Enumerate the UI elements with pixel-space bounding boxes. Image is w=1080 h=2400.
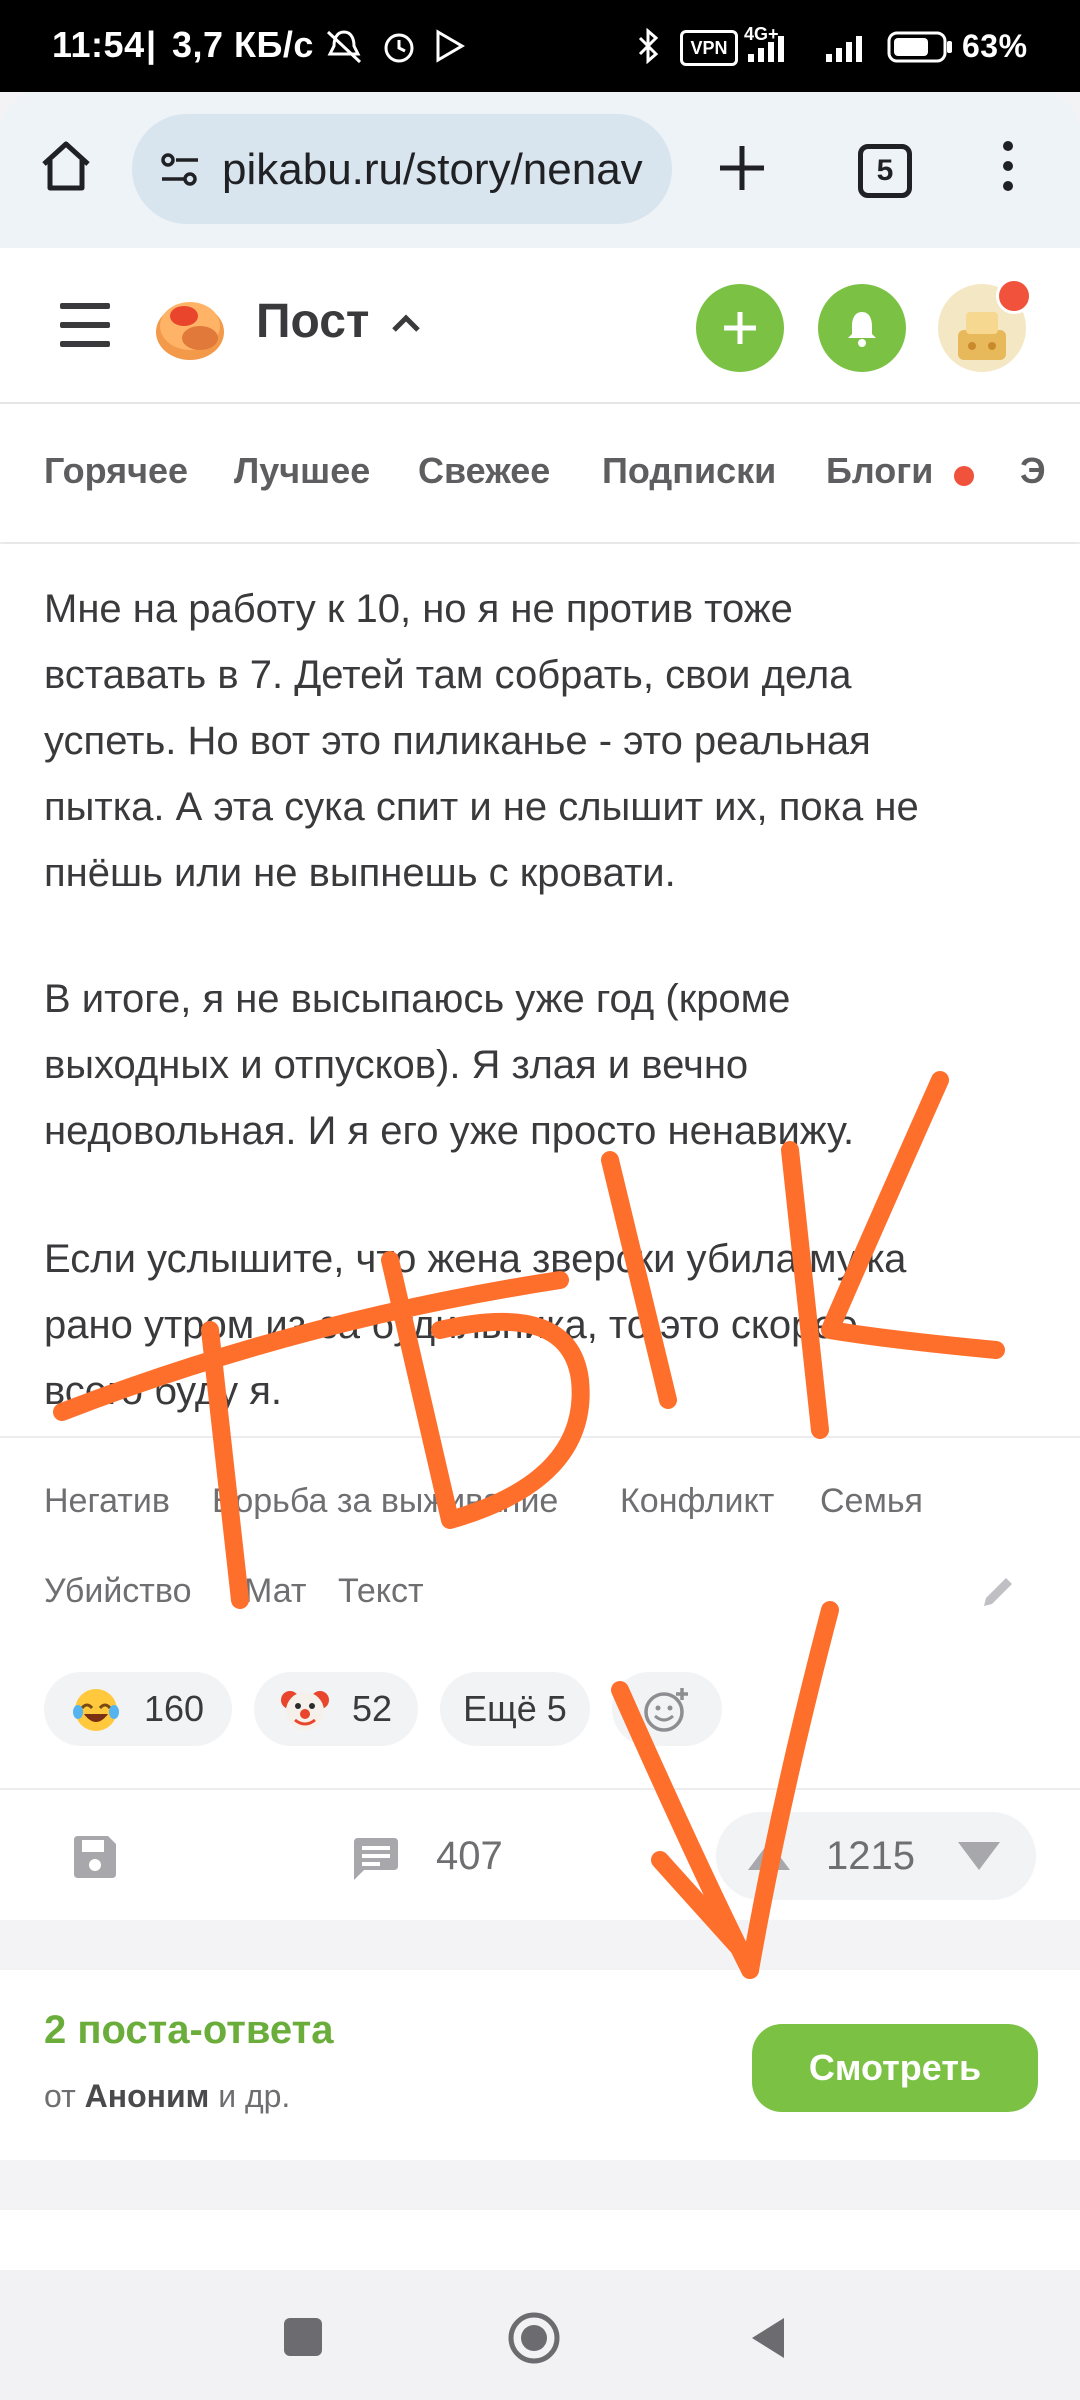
tab-subscriptions[interactable]: Подписки	[602, 450, 776, 492]
rating-value: 1215	[826, 1834, 915, 1878]
replies-from-suffix: и др.	[209, 2078, 291, 2114]
signal-icon-1	[748, 36, 784, 62]
tag-link[interactable]: Мат	[244, 1572, 306, 1611]
text-line: выходных и отпусков). Я злая и вечно	[44, 1043, 749, 1087]
battery-icon	[887, 31, 952, 63]
tag-link[interactable]: Негатив	[44, 1482, 170, 1521]
tab-best[interactable]: Лучшее	[234, 450, 370, 492]
text-line: всего буду я.	[44, 1369, 283, 1413]
feed-tabs: Горячее Лучшее Свежее Подписки Блоги Э	[0, 404, 1080, 542]
reaction-count: 160	[144, 1688, 205, 1729]
url-text: pikabu.ru/story/nenav	[222, 145, 643, 194]
back-icon[interactable]	[748, 2314, 788, 2362]
reaction-clown[interactable]: 52	[254, 1672, 418, 1746]
page-title[interactable]: Пост	[256, 294, 369, 349]
tag-link[interactable]: Убийство	[44, 1572, 191, 1611]
text-line: успеть. Но вот это пиликанье - это реаль…	[44, 719, 871, 763]
add-post-button[interactable]	[696, 284, 784, 372]
clown-emoji	[281, 1691, 329, 1730]
address-bar[interactable]: pikabu.ru/story/nenav	[132, 114, 672, 224]
text-line: Мне на работу к 10, но я не против тоже	[44, 587, 793, 631]
new-tab-plus-icon[interactable]	[716, 142, 768, 194]
notifications-button[interactable]	[818, 284, 906, 372]
status-bar: 11:54 | 3,7 КБ/с VPN 4G+ 63%	[0, 0, 1080, 92]
bell-icon	[848, 312, 876, 347]
text-line: В итоге, я не высыпаюсь уже год (кроме	[44, 977, 791, 1021]
battery-percent: 63%	[962, 28, 1028, 64]
next-card	[0, 2210, 1080, 2270]
vpn-badge: VPN	[680, 30, 738, 66]
alarm-icon	[384, 33, 414, 63]
add-reaction-icon	[644, 1688, 688, 1732]
text-line: вставать в 7. Детей там собрать, свои де…	[44, 653, 852, 697]
reply-posts-card: 2 поста-ответа от Аноним и др. Смотреть	[0, 1970, 1080, 2160]
pikabu-logo[interactable]	[150, 286, 230, 366]
tabs-counter-icon[interactable]: 5	[858, 144, 912, 198]
divider	[0, 1436, 1080, 1438]
downvote-icon[interactable]	[956, 1838, 1002, 1874]
text-line: рано утром из-за будильника, то это скор…	[44, 1303, 858, 1347]
tag-link[interactable]: Семья	[820, 1482, 923, 1521]
bluetooth-icon	[638, 28, 659, 64]
tab-hot[interactable]: Горячее	[44, 450, 188, 492]
site-settings-icon[interactable]	[158, 148, 202, 192]
rating-control: 1215	[716, 1812, 1036, 1900]
signal-icon-2	[826, 36, 862, 62]
replies-author[interactable]: Аноним	[85, 2078, 210, 2114]
browser-toolbar: pikabu.ru/story/nenav 5	[0, 92, 1080, 248]
more-vert-icon[interactable]	[998, 138, 1018, 194]
text-line: Если услышите, что жена зверски убила му…	[44, 1237, 907, 1281]
blogs-new-dot	[954, 466, 974, 486]
clock: 11:54	[52, 24, 145, 65]
tab-more[interactable]: Э	[1020, 450, 1080, 492]
comments-count[interactable]: 407	[436, 1834, 503, 1879]
tab-blogs[interactable]: Блоги	[826, 450, 933, 492]
hamburger-menu-icon[interactable]	[58, 300, 112, 350]
text-line: пытка. А эта сука спит и не слышит их, п…	[44, 785, 919, 829]
post-paragraph-2: В итоге, я не высыпаюсь уже год (кроме в…	[44, 966, 1044, 1164]
post-paragraph-3: Если услышите, что жена зверски убила му…	[44, 1226, 1044, 1424]
more-reactions-button[interactable]: Ещё 5	[440, 1672, 590, 1746]
save-icon[interactable]	[70, 1832, 120, 1882]
replies-from-prefix: от	[44, 2078, 85, 2114]
home-icon[interactable]	[38, 138, 94, 194]
tag-link[interactable]: Конфликт	[620, 1482, 774, 1521]
app-header: Пост	[0, 248, 1080, 404]
tag-link[interactable]: Борьба за выживание	[212, 1482, 558, 1521]
tab-fresh[interactable]: Свежее	[418, 450, 550, 492]
notification-dot	[996, 278, 1032, 314]
system-navigation-bar	[0, 2270, 1080, 2400]
text-line: пнёшь или не выпнешь с кровати.	[44, 851, 676, 895]
divider	[0, 1788, 1080, 1790]
reaction-laughing[interactable]: 160	[44, 1672, 232, 1746]
play-store-icon	[436, 29, 465, 63]
mute-icon	[326, 30, 362, 64]
comments-icon[interactable]	[350, 1834, 402, 1882]
laughing-tears-emoji	[73, 1689, 119, 1731]
view-replies-button[interactable]: Смотреть	[752, 2024, 1038, 2112]
post-paragraph-1: Мне на работу к 10, но я не против тоже …	[44, 576, 1044, 906]
recents-icon[interactable]	[284, 2318, 322, 2356]
replies-title[interactable]: 2 поста-ответа	[44, 2008, 333, 2053]
plus-icon	[724, 312, 756, 344]
home-nav-icon[interactable]	[506, 2310, 562, 2366]
reaction-count: 52	[352, 1688, 393, 1729]
network-speed: 3,7 КБ/с	[172, 24, 314, 65]
text-line: недовольная. И я его уже просто ненавижу…	[44, 1109, 855, 1153]
chevron-up-icon[interactable]	[390, 312, 422, 334]
add-reaction-button[interactable]	[612, 1672, 722, 1746]
tag-link[interactable]: Текст	[338, 1572, 424, 1611]
edit-tags-icon[interactable]	[978, 1570, 1020, 1612]
replies-authors: от Аноним и др.	[44, 2078, 290, 2115]
status-separator: |	[146, 24, 157, 65]
upvote-icon[interactable]	[746, 1838, 792, 1874]
